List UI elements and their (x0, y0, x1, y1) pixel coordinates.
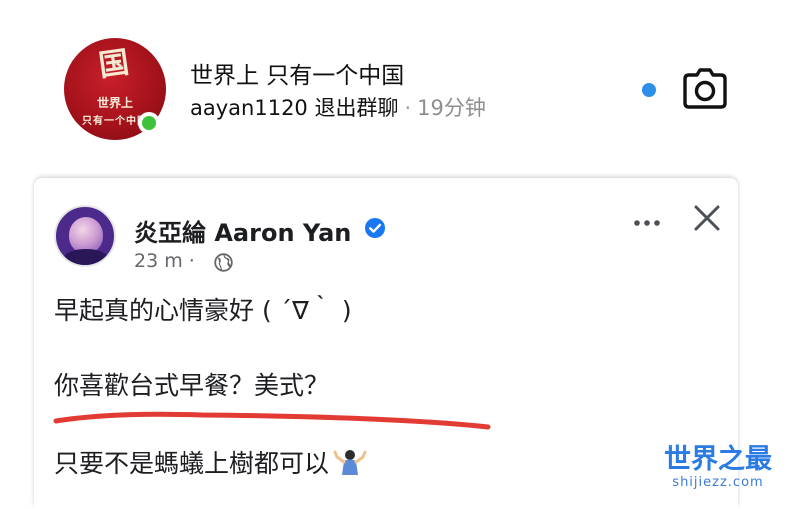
dm-thread-row[interactable]: 国 世界上 只有一个中国 世界上 只有一个中国 aayan1120 退出群聊 · 1… (40, 26, 740, 161)
unread-indicator (642, 83, 656, 97)
more-icon[interactable] (630, 206, 664, 240)
separator-dot: · (404, 96, 412, 120)
author-name[interactable]: 炎亞綸 Aaron Yan (134, 213, 351, 248)
camera-icon[interactable] (682, 68, 728, 110)
author-avatar[interactable] (54, 205, 116, 267)
facebook-post-card: 炎亞綸 Aaron Yan 23 m · 早起真的心情豪好 ( ´∇｀ ) 你喜… (34, 178, 738, 508)
post-text-line-3: 只要不是螞蟻上樹都可以 (54, 444, 367, 480)
thread-name: 世界上 只有一个中国 (190, 63, 405, 89)
post-time[interactable]: 23 m · (134, 250, 195, 272)
last-message: aayan1120 退出群聊 (190, 96, 399, 120)
close-icon[interactable] (691, 202, 723, 234)
avatar-text-top: 世界上 (96, 96, 133, 110)
post-text-line-1: 早起真的心情豪好 ( ´∇｀ ) (54, 296, 352, 325)
globe-icon (214, 253, 233, 272)
avatar-base (64, 249, 108, 265)
time-ago: 19分钟 (417, 96, 486, 120)
post-text-line-3-text: 只要不是螞蟻上樹都可以 (54, 449, 330, 478)
verified-icon (365, 218, 385, 238)
avatar-seal: 国 (96, 45, 132, 84)
watermark-title: 世界之最 (664, 444, 772, 475)
online-status-dot (138, 112, 160, 134)
shrug-icon (333, 450, 367, 475)
avatar-figure (69, 217, 103, 253)
post-text-line-2: 你喜歡台式早餐？美式？ (54, 371, 330, 400)
watermark-url: shijiezz.com (672, 475, 764, 490)
site-watermark: 世界之最 shijiezz.com (658, 445, 778, 491)
red-underline-annotation (53, 411, 491, 430)
thread-preview: aayan1120 退出群聊 · 19分钟 (190, 92, 486, 122)
